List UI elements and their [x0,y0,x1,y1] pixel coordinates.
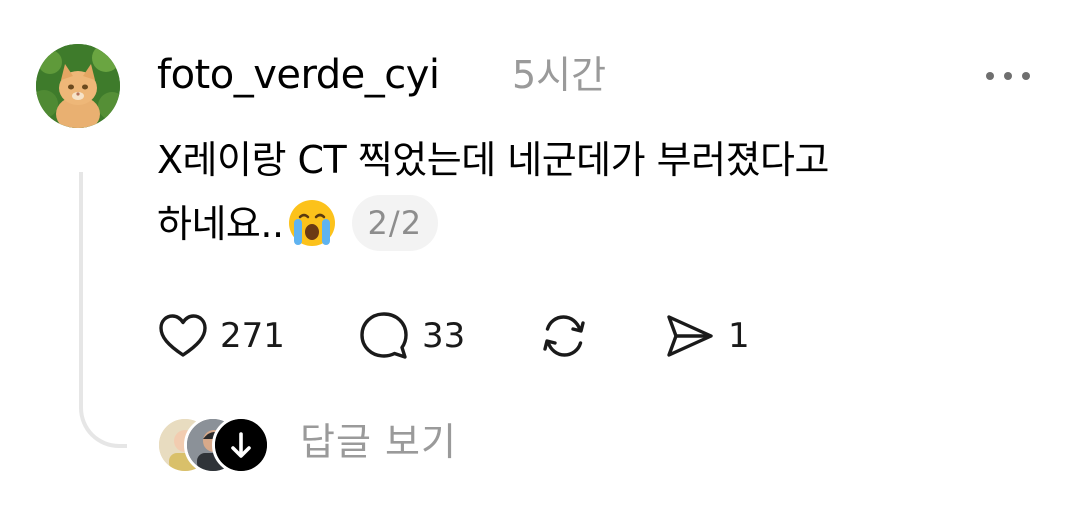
share-count: 1 [728,316,750,356]
share-button[interactable]: 1 [664,306,750,366]
post-time: 5시간 [512,53,607,97]
down-arrow-icon [212,416,270,474]
post-text-line: X레이랑 CT 찍었는데 네군데가 부러졌다고 [157,138,829,182]
post-text-line-2: 하네요.. 2/2 [157,192,1017,256]
more-dot [1004,72,1012,80]
user-avatar[interactable] [36,44,120,128]
comment-bubble-icon [360,312,408,359]
repost-icon [543,315,585,357]
comment-count: 33 [422,316,466,356]
post-body: X레이랑 CT 찍었는데 네군데가 부러졌다고 하네요.. 2/2 [157,128,1017,256]
thread-counter-badge: 2/2 [351,194,439,251]
comment-button[interactable]: 33 [358,306,465,366]
more-options-icon[interactable] [986,72,1030,80]
repost-button[interactable] [538,306,590,366]
post-text: 하네요.. [157,202,284,246]
arrow-down-icon [215,419,267,471]
like-count: 271 [220,316,285,356]
cat-photo [36,44,120,128]
view-replies-link[interactable]: 답글 보기 [300,414,457,470]
like-button[interactable]: 271 [158,306,285,366]
more-dot [986,72,994,80]
heart-icon [159,314,207,357]
username[interactable]: foto_verde_cyi [157,48,440,102]
thread-connector-line [79,172,127,448]
more-dot [1022,72,1030,80]
send-icon [667,315,713,357]
crying-face-icon [288,199,335,246]
